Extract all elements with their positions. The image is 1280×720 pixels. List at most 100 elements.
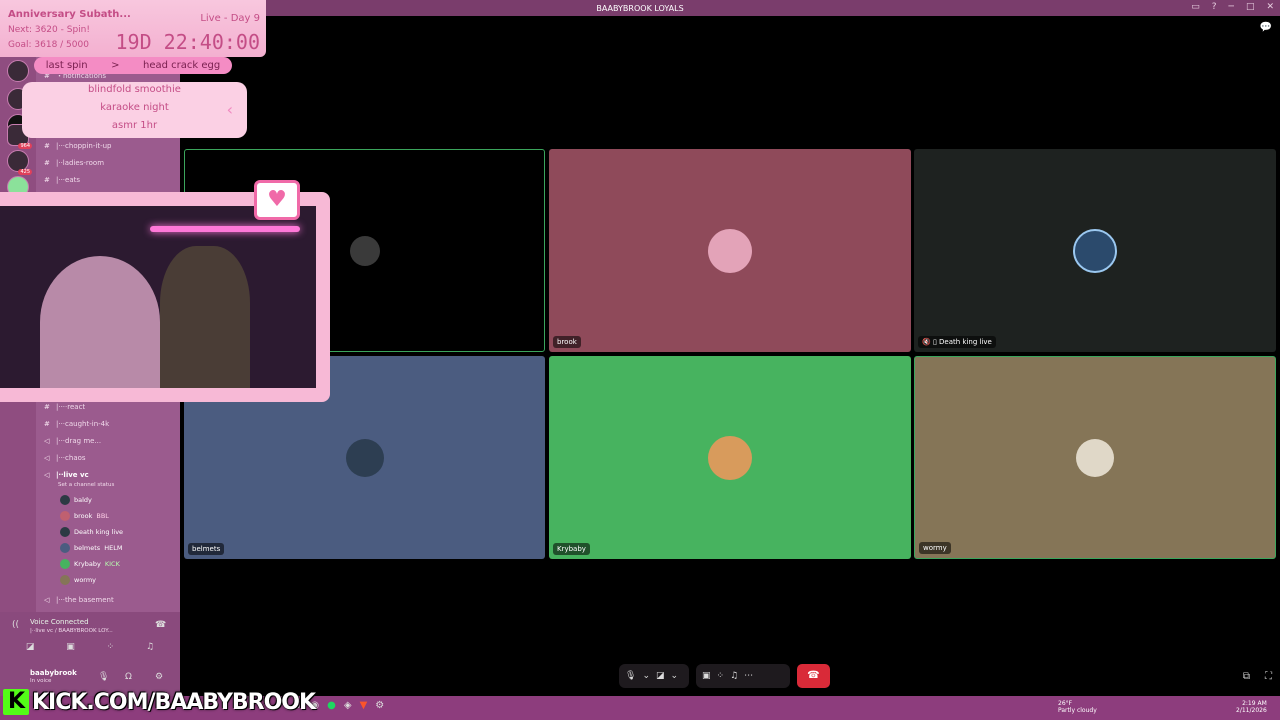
kick-logo-icon: K: [3, 689, 29, 715]
mic-control[interactable]: 🎙 ⌄ ◪ ⌄: [619, 664, 689, 688]
avatar: [60, 495, 70, 505]
channel-item[interactable]: # |‧‧‧‧react: [44, 403, 85, 411]
brave-icon[interactable]: ▼: [360, 700, 368, 711]
tile-name: wormy: [919, 542, 951, 554]
voice-member[interactable]: wormy: [60, 575, 100, 585]
server-badge: 425: [18, 169, 32, 175]
avatar: [708, 228, 752, 273]
disconnect-icon[interactable]: ☎: [155, 620, 166, 630]
server-badge: 964: [18, 143, 32, 149]
heart-icon: ♥: [254, 180, 300, 220]
chevron-left-icon: ‹: [226, 100, 233, 119]
activities-icon[interactable]: ⁘: [717, 671, 725, 681]
webcam-overlay: ♥: [0, 180, 330, 402]
avatar: [1073, 228, 1117, 273]
avatar: [60, 559, 70, 569]
screen-share-icon[interactable]: ▣: [702, 671, 711, 681]
server-icon[interactable]: [7, 60, 29, 82]
clock[interactable]: 2:19 AM 2/11/2026: [1236, 700, 1267, 714]
tile-name: Krybaby: [553, 543, 590, 555]
tile-name: brook: [553, 336, 581, 348]
live-day: Live - Day 9: [200, 13, 260, 24]
person: [40, 256, 160, 388]
fullscreen-icon[interactable]: ⛶: [1265, 671, 1272, 682]
avatar: [60, 543, 70, 553]
last-spin-pill: last spin > head crack egg: [34, 57, 232, 74]
avatar: [60, 527, 70, 537]
neon-light: [150, 226, 300, 232]
voice-connected-sub: |‧‧live vc / BAABYBROOK LOY...: [30, 628, 113, 634]
phone-hangup-icon: ☎: [807, 670, 820, 681]
voice-channel-item[interactable]: ◁ |‧‧‧drag me...: [44, 437, 101, 445]
channel-item[interactable]: # |‧‧‧eats: [44, 176, 80, 184]
voice-member[interactable]: Krybaby KICK: [60, 559, 120, 569]
spin-item: blindfold smoothie: [88, 84, 181, 95]
chevron-down-icon[interactable]: ⌄: [671, 671, 679, 681]
voice-member[interactable]: belmets HELM: [60, 543, 122, 553]
chevron-down-icon[interactable]: ⌄: [642, 671, 650, 681]
channel-item[interactable]: # |‧‧ladies-room: [44, 159, 104, 167]
subathon-goal: Goal: 3618 / 5000: [8, 40, 89, 50]
minimize-icon[interactable]: ─: [1229, 2, 1234, 12]
close-icon[interactable]: ✕: [1266, 2, 1274, 12]
more-icon[interactable]: ⋯: [744, 671, 753, 681]
voice-channel-active[interactable]: ◁ |‧‧live vc: [44, 471, 89, 479]
video-tile[interactable]: Krybaby: [549, 356, 911, 559]
maximize-icon[interactable]: □: [1246, 2, 1255, 12]
avatar: [60, 575, 70, 585]
webcam-feed: [0, 206, 316, 388]
avatar: [1076, 438, 1114, 477]
video-tile[interactable]: brook: [549, 149, 911, 352]
spin-item: asmr 1hr: [111, 120, 158, 131]
subathon-title: Anniversary Subath...: [8, 9, 131, 20]
settings-icon[interactable]: ⚙: [155, 672, 163, 682]
screen-share-icon[interactable]: ▣: [66, 642, 75, 656]
camera-off-icon[interactable]: ◪: [26, 642, 35, 656]
leave-call-button[interactable]: ☎: [797, 664, 830, 688]
activities-icon[interactable]: ⁘: [107, 642, 115, 656]
user-name[interactable]: baabybrook: [30, 669, 77, 677]
signal-icon: ((: [12, 620, 20, 630]
headset-icon[interactable]: Ω: [125, 672, 132, 682]
soundboard-icon[interactable]: ♫: [146, 642, 154, 656]
camera-off-icon[interactable]: ◪: [656, 671, 665, 681]
voice-channel-item[interactable]: ◁ |‧‧‧chaos: [44, 454, 86, 462]
mic-icon[interactable]: 🎙: [625, 671, 636, 681]
weather-widget[interactable]: 26°F Partly cloudy: [1058, 700, 1097, 714]
inbox-icon[interactable]: ▭: [1191, 2, 1200, 12]
default-avatar: [349, 235, 380, 266]
avatar: [345, 438, 384, 477]
popout-icon[interactable]: ⧉: [1243, 671, 1250, 682]
server-icon[interactable]: 425: [7, 150, 32, 175]
voice-member[interactable]: baldy: [60, 495, 96, 505]
avatar: [60, 511, 70, 521]
chair: [160, 246, 250, 388]
video-tile[interactable]: wormy: [914, 356, 1276, 559]
channel-item[interactable]: # |‧‧‧choppin-it-up: [44, 142, 112, 150]
chat-icon[interactable]: 💬: [1260, 22, 1272, 33]
voice-member[interactable]: Death king live: [60, 527, 127, 537]
discord-icon[interactable]: ◈: [344, 700, 352, 711]
video-tile[interactable]: 🔇 ▯ Death king live: [914, 149, 1276, 352]
voice-member[interactable]: brook BBL: [60, 511, 109, 521]
subathon-overlay: Anniversary Subath... Live - Day 9 Next:…: [0, 0, 266, 57]
voice-channel-item[interactable]: ◁ |‧‧‧the basement: [44, 596, 114, 604]
tile-name: belmets: [188, 543, 225, 555]
spin-wheel-list: blindfold smoothie karaoke night asmr 1h…: [22, 82, 247, 138]
channel-status[interactable]: Set a channel status: [58, 482, 114, 488]
soundboard-icon[interactable]: ♫: [730, 671, 738, 681]
mic-icon[interactable]: 🎙: [98, 672, 109, 682]
spotify-icon[interactable]: ●: [327, 700, 336, 711]
video-grid: brook 🔇 ▯ Death king live belmets Krybab…: [180, 16, 1280, 696]
subathon-timer: 19D 22:40:00: [115, 30, 261, 54]
channel-item[interactable]: # |‧‧‧caught-in-4k: [44, 420, 109, 428]
voice-connected-panel: Voice Connected |‧‧live vc / BAABYBROOK …: [0, 612, 180, 696]
avatar: [708, 435, 752, 480]
call-actions: ▣ ⁘ ♫ ⋯: [696, 664, 790, 688]
steam-icon[interactable]: ⚙: [375, 700, 384, 711]
kick-url-banner: K KICK.COM/BAABYBROOK: [3, 688, 316, 716]
window-title: BAABYBROOK LOYALS: [596, 3, 684, 13]
spin-item: karaoke night: [100, 102, 169, 113]
help-icon[interactable]: ?: [1212, 2, 1217, 12]
voice-connected-label: Voice Connected: [30, 618, 89, 626]
